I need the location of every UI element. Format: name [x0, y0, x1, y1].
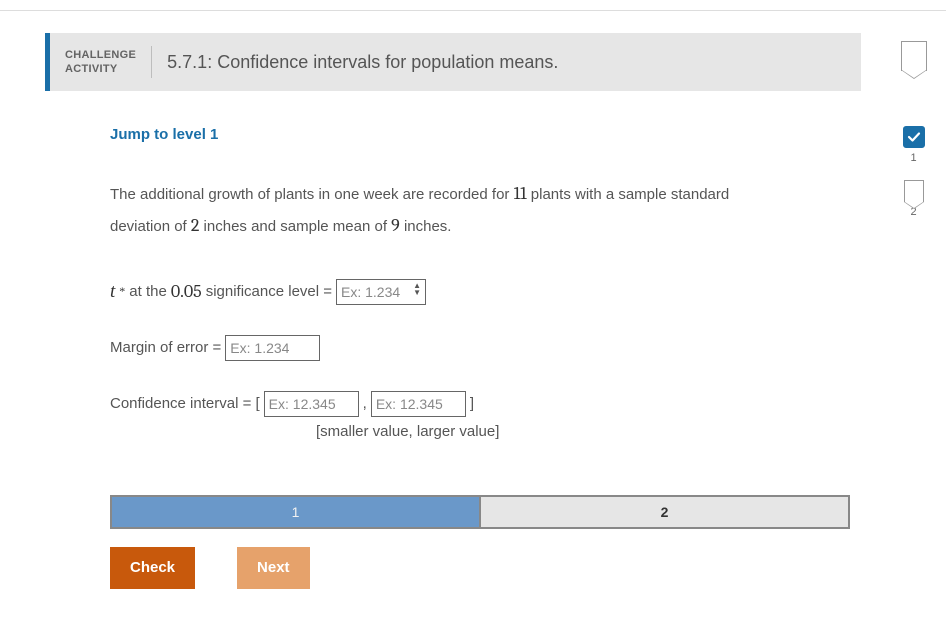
level-1-status-checked[interactable] [903, 126, 925, 148]
margin-error-input[interactable] [225, 335, 320, 361]
status-group: 1 2 [891, 126, 936, 218]
main-container: CHALLENGE ACTIVITY 5.7.1: Confidence int… [0, 11, 946, 589]
check-button[interactable]: Check [110, 547, 195, 589]
check-icon [907, 130, 921, 144]
challenge-label: CHALLENGE ACTIVITY [50, 48, 151, 77]
activity-title: 5.7.1: Confidence intervals for populati… [152, 52, 558, 73]
problem-n: 11 [514, 183, 527, 204]
ci-label: Confidence interval = [ [110, 395, 260, 412]
margin-error-row: Margin of error = [110, 335, 785, 361]
problem-text-post: inches. [400, 218, 452, 235]
content-area: Jump to level 1 The additional growth of… [45, 91, 785, 589]
significance-level: 0.05 [171, 281, 202, 302]
main-column: CHALLENGE ACTIVITY 5.7.1: Confidence int… [10, 11, 891, 589]
next-button[interactable]: Next [237, 547, 310, 589]
t-symbol: t [110, 281, 115, 303]
level-2-status-shield[interactable] [904, 180, 924, 202]
t-star-input-wrap: ▲▼ [336, 279, 426, 305]
challenge-line2: ACTIVITY [65, 63, 118, 75]
t-text-pre: at the [129, 283, 167, 300]
challenge-line1: CHALLENGE [65, 49, 136, 61]
ci-hint: [smaller value, larger value] [316, 423, 785, 440]
jump-to-level-link[interactable]: Jump to level 1 [110, 126, 218, 143]
button-row: Check Next [110, 547, 785, 589]
t-star-row: t * at the 0.05 significance level = ▲▼ [110, 279, 785, 305]
ci-lower-input[interactable] [264, 391, 359, 417]
ci-upper-input[interactable] [371, 391, 466, 417]
problem-text-pre: The additional growth of plants in one w… [110, 186, 514, 203]
margin-error-label: Margin of error = [110, 339, 221, 356]
side-column: 1 2 [891, 11, 936, 589]
ci-separator: , [363, 395, 367, 412]
t-star-sup: * [119, 284, 125, 299]
problem-text-mid2: inches and sample mean of [199, 218, 391, 235]
activity-header: CHALLENGE ACTIVITY 5.7.1: Confidence int… [45, 33, 861, 91]
level-1-label: 1 [891, 152, 936, 164]
problem-statement: The additional growth of plants in one w… [110, 178, 785, 243]
problem-mean: 9 [391, 215, 400, 236]
level-progress-bar: 1 2 [110, 495, 850, 529]
t-text-post: significance level = [206, 283, 332, 300]
header-shield-icon [901, 41, 927, 71]
progress-level-2[interactable]: 2 [481, 497, 848, 527]
question-block: t * at the 0.05 significance level = ▲▼ M… [110, 279, 785, 440]
t-star-input[interactable] [336, 279, 426, 305]
progress-level-1[interactable]: 1 [112, 497, 481, 527]
confidence-interval-row: Confidence interval = [ , ] [smaller val… [110, 391, 785, 440]
ci-close-bracket: ] [470, 395, 474, 412]
